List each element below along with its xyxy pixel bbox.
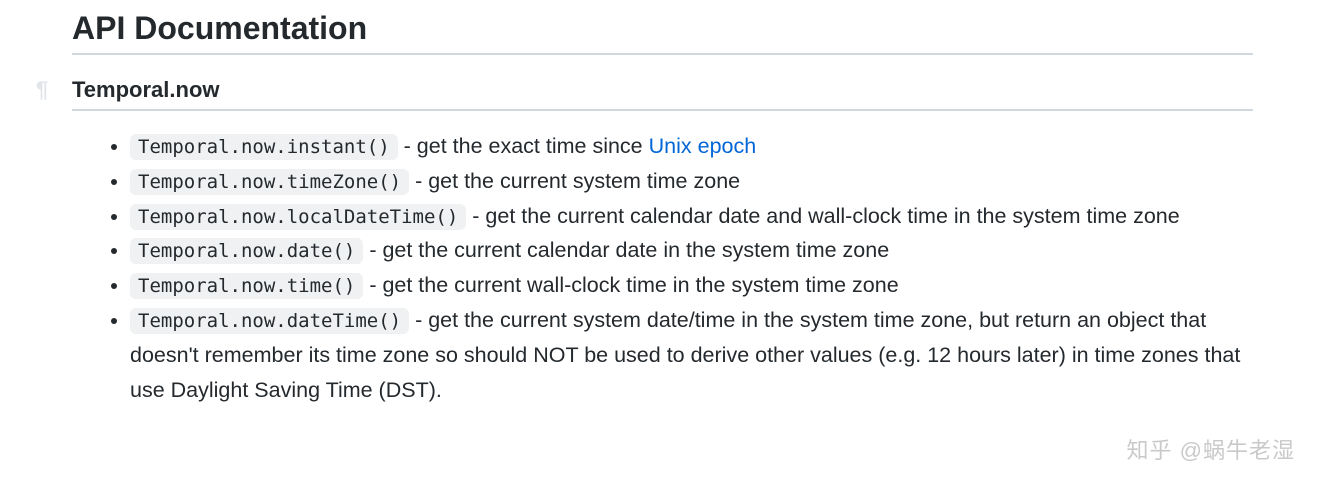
list-item: Temporal.now.instant() - get the exact t… xyxy=(130,129,1253,164)
api-code: Temporal.now.time() xyxy=(130,273,363,299)
api-code: Temporal.now.instant() xyxy=(130,134,398,160)
api-list: Temporal.now.instant() - get the exact t… xyxy=(72,129,1253,408)
api-code: Temporal.now.date() xyxy=(130,238,363,264)
api-code: Temporal.now.dateTime() xyxy=(130,308,409,334)
list-item: Temporal.now.dateTime() - get the curren… xyxy=(130,303,1253,407)
section-heading: Temporal.now xyxy=(72,77,1253,111)
api-desc: - get the current calendar date in the s… xyxy=(363,238,889,262)
page-title: API Documentation xyxy=(72,10,1253,55)
api-desc: - get the current system time zone xyxy=(409,169,740,193)
api-desc: - get the exact time since xyxy=(398,134,649,158)
list-item: Temporal.now.date() - get the current ca… xyxy=(130,233,1253,268)
api-desc: - get the current wall-clock time in the… xyxy=(363,273,898,297)
list-item: Temporal.now.localDateTime() - get the c… xyxy=(130,199,1253,234)
api-code: Temporal.now.timeZone() xyxy=(130,169,409,195)
api-code: Temporal.now.localDateTime() xyxy=(130,204,466,230)
unix-epoch-link[interactable]: Unix epoch xyxy=(649,134,757,158)
watermark: 知乎 @蜗牛老湿 xyxy=(1127,433,1295,465)
api-desc: - get the current calendar date and wall… xyxy=(466,204,1179,228)
pilcrow-icon: ¶ xyxy=(36,77,48,103)
list-item: Temporal.now.time() - get the current wa… xyxy=(130,268,1253,303)
list-item: Temporal.now.timeZone() - get the curren… xyxy=(130,164,1253,199)
